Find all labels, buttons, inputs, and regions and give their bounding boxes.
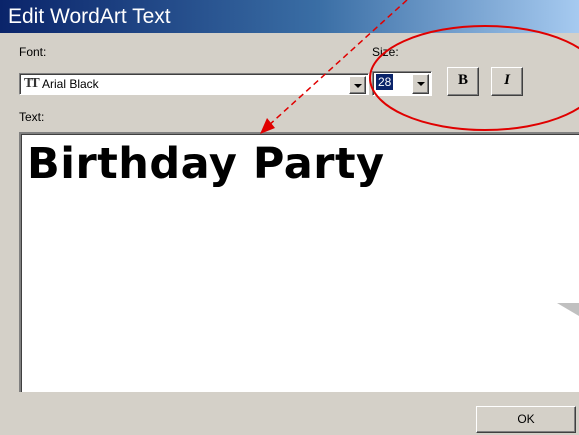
italic-button[interactable]: I: [491, 67, 523, 96]
size-combobox[interactable]: 28: [372, 71, 432, 96]
wordart-text: Birthday Party: [27, 139, 385, 189]
dialog-title: Edit WordArt Text: [8, 5, 171, 28]
wordart-text-area[interactable]: Birthday Party: [19, 132, 579, 392]
font-label: Font:: [19, 45, 47, 59]
bold-button[interactable]: B: [447, 67, 479, 96]
size-label: Size:: [372, 45, 399, 59]
truetype-font-icon: TT: [24, 76, 40, 91]
text-label: Text:: [19, 110, 45, 124]
font-combobox[interactable]: TT Arial Black: [19, 73, 369, 95]
size-dropdown-button[interactable]: [412, 74, 429, 94]
font-dropdown-button[interactable]: [349, 76, 366, 94]
size-value: 28: [374, 73, 395, 91]
font-value: Arial Black: [42, 77, 99, 91]
dialog-title-bar: Edit WordArt Text: [0, 0, 579, 33]
ok-button[interactable]: OK: [476, 406, 576, 433]
